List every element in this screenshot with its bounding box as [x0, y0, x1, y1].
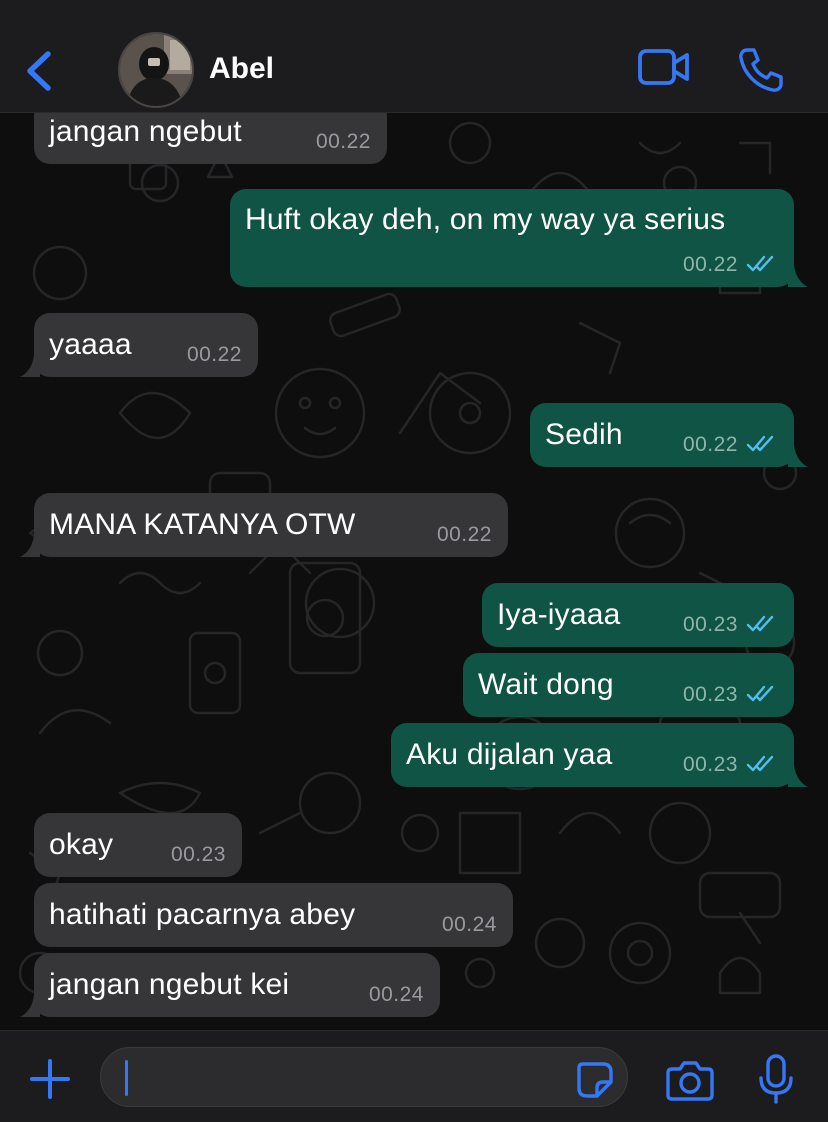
read-receipt-icon [746, 435, 774, 452]
outgoing-message-bubble[interactable]: Huft okay deh, on my way ya serius 00.22 [230, 189, 808, 287]
bubble-tail [20, 355, 40, 377]
video-camera-icon [638, 49, 689, 85]
read-receipt-icon [746, 685, 774, 702]
incoming-message-bubble[interactable]: jangan ngebut kei 00.24 [20, 953, 440, 1017]
bubble-tail [788, 765, 808, 787]
message-text: Sedih [545, 418, 623, 451]
message-text: jangan ngebut kei [49, 968, 290, 1001]
video-call-button[interactable] [637, 46, 691, 90]
outgoing-message-bubble[interactable]: Aku dijalan yaa 00.23 [391, 723, 808, 787]
message-timestamp: 00.23 [682, 613, 738, 636]
chevron-left-icon [27, 51, 51, 91]
incoming-message-bubble[interactable]: jangan ngebut 00.22 [34, 113, 387, 164]
incoming-message-bubble[interactable]: okay 00.23 [34, 813, 242, 877]
microphone-button[interactable] [758, 1053, 794, 1105]
message-list[interactable]: jangan ngebut 00.22 Huft okay deh, on my w… [0, 113, 828, 1030]
message-text: okay [49, 828, 114, 861]
message-timestamp: 00.24 [441, 913, 497, 936]
contact-name[interactable]: Abel [209, 52, 274, 86]
bubble-tail [20, 995, 40, 1017]
camera-button[interactable] [666, 1059, 714, 1101]
phone-icon [739, 48, 783, 92]
message-text: Aku dijalan yaa [406, 738, 613, 771]
voice-call-button[interactable] [737, 46, 785, 94]
message-input[interactable] [100, 1047, 628, 1107]
avatar-photo [120, 34, 192, 106]
read-receipt-icon [746, 755, 774, 772]
message-timestamp: 00.23 [682, 683, 738, 706]
message-timestamp: 00.23 [682, 753, 738, 776]
message-timestamp: 00.22 [436, 523, 492, 546]
chat-screen: Abel jangan ngebut 00.22 Huft okay deh, … [0, 0, 828, 1122]
avatar[interactable] [118, 32, 194, 108]
message-text: MANA KATANYA OTW [49, 508, 356, 541]
outgoing-message-bubble[interactable]: Iya-iyaaa 00.23 [482, 583, 794, 647]
incoming-message-bubble[interactable]: MANA KATANYA OTW 00.22 [20, 493, 508, 557]
chat-header: Abel [0, 0, 828, 113]
message-text: Huft okay deh, on my way ya serius [245, 203, 726, 236]
attach-button[interactable] [28, 1057, 72, 1101]
sticker-icon [577, 1062, 613, 1098]
message-timestamp: 00.22 [682, 433, 738, 456]
read-receipt-icon [746, 255, 774, 272]
message-timestamp: 00.22 [682, 253, 738, 276]
message-timestamp: 00.23 [170, 843, 226, 866]
plus-icon [30, 1059, 70, 1099]
back-button[interactable] [20, 46, 60, 96]
read-receipt-icon [746, 615, 774, 632]
message-timestamp: 00.24 [368, 983, 424, 1006]
sticker-button[interactable] [575, 1060, 615, 1100]
message-text: yaaaa [49, 328, 132, 361]
message-timestamp: 00.22 [186, 343, 242, 366]
bubble-tail [788, 445, 808, 467]
message-text: Iya-iyaaa [497, 598, 621, 631]
microphone-icon [759, 1054, 793, 1104]
text-caret [125, 1060, 128, 1096]
camera-icon [666, 1061, 714, 1101]
bubble-tail [788, 265, 808, 287]
message-text: hatihati pacarnya abey [49, 898, 356, 931]
composer-bar [0, 1030, 828, 1122]
message-timestamp: 00.22 [315, 130, 371, 153]
message-text: Wait dong [478, 668, 614, 701]
incoming-message-bubble[interactable]: yaaaa 00.22 [20, 313, 258, 377]
incoming-message-bubble[interactable]: hatihati pacarnya abey 00.24 [34, 883, 513, 947]
bubble-tail [20, 535, 40, 557]
outgoing-message-bubble[interactable]: Sedih 00.22 [530, 403, 808, 467]
outgoing-message-bubble[interactable]: Wait dong 00.23 [463, 653, 794, 717]
message-text: jangan ngebut [49, 115, 242, 148]
